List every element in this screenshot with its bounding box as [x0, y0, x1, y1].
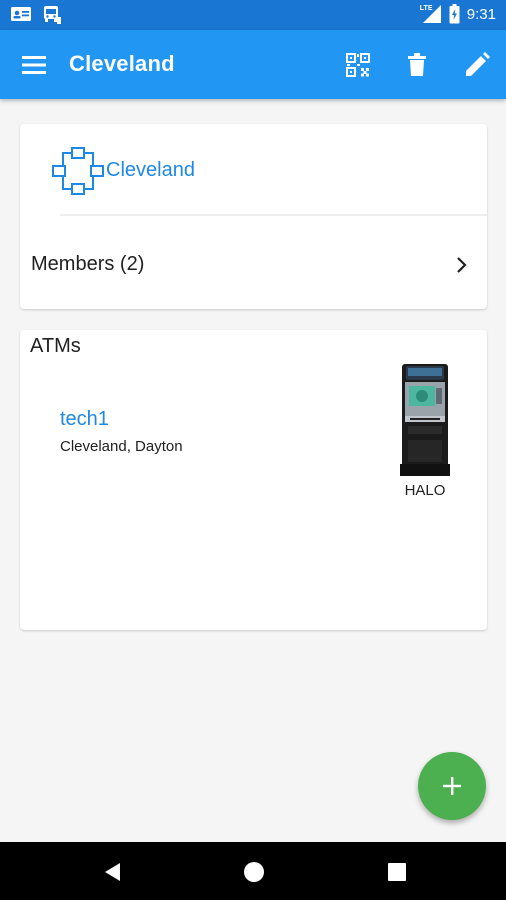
edit-icon	[466, 52, 490, 76]
status-bar: LTE 9:31	[0, 0, 506, 30]
contact-card-icon	[11, 7, 31, 21]
menu-button[interactable]	[16, 50, 52, 80]
chevron-right-icon	[457, 257, 467, 273]
add-button[interactable]	[418, 752, 486, 820]
delete-button[interactable]	[402, 50, 432, 80]
page-title: Cleveland	[69, 51, 175, 76]
qr-code-icon	[346, 53, 370, 77]
app-bar: Cleveland	[0, 30, 506, 99]
edit-button[interactable]	[462, 50, 492, 80]
divider	[60, 214, 487, 216]
atm-model-label: HALO	[404, 482, 446, 499]
group-network-icon	[52, 147, 104, 195]
group-card: Cleveland Members (2)	[20, 124, 487, 309]
battery-icon	[449, 4, 460, 24]
atm-location: Cleveland, Dayton	[60, 438, 183, 455]
delete-icon	[408, 53, 426, 76]
system-nav-bar	[0, 842, 506, 900]
signal-icon: LTE	[420, 4, 442, 24]
hamburger-menu-icon	[22, 56, 46, 74]
qr-code-button[interactable]	[343, 50, 373, 80]
recents-icon	[388, 863, 406, 881]
back-icon	[105, 863, 120, 881]
bus-icon	[44, 6, 61, 24]
home-button[interactable]	[242, 860, 266, 884]
recents-button[interactable]	[385, 860, 409, 884]
home-icon	[244, 862, 264, 882]
back-button[interactable]	[101, 860, 125, 884]
status-time: 9:31	[466, 5, 496, 23]
plus-icon	[443, 777, 461, 795]
atm-machine-icon	[400, 364, 450, 476]
group-name: Cleveland	[106, 159, 195, 181]
atm-list-item[interactable]: tech1 Cleveland, Dayton HALO	[20, 360, 487, 510]
atm-list-card: ATMs tech1 Cleveland, Dayton HALO	[20, 330, 487, 630]
members-label: Members (2)	[31, 253, 145, 275]
section-title: ATMs	[30, 335, 81, 357]
members-row[interactable]: Members (2)	[20, 224, 487, 308]
atm-name: tech1	[60, 408, 109, 430]
